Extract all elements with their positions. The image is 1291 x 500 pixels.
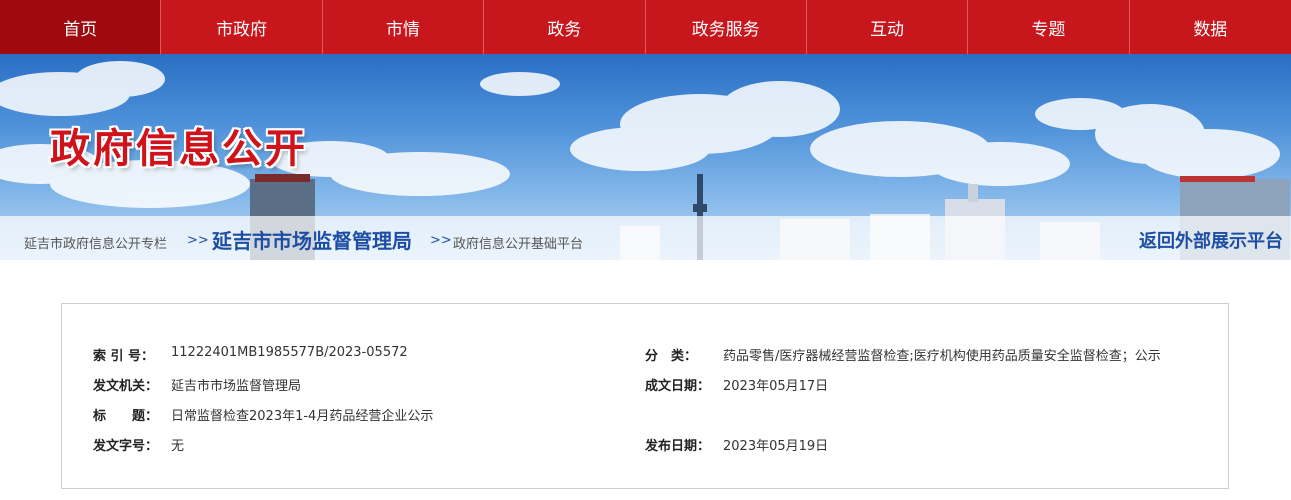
index-number-row: 索 引 号： 11222401MB1985577B/2023-05572 — [93, 345, 408, 364]
issuer-row: 发文机关： 延吉市市场监督管理局 — [93, 375, 301, 394]
document-info-panel: 索 引 号： 11222401MB1985577B/2023-05572 发文机… — [61, 303, 1229, 489]
nav-item-topics[interactable]: 专题 — [968, 0, 1130, 54]
issuer-value: 延吉市市场监督管理局 — [171, 379, 302, 394]
nav-item-city-profile[interactable]: 市情 — [323, 0, 485, 54]
published-date-value: 2023年05月19日 — [723, 439, 829, 454]
return-external-platform-link[interactable]: 返回外部展示平台 — [1139, 227, 1283, 253]
index-number-label: 索 引 号： — [93, 349, 155, 364]
banner: 政府信息公开 延吉市政府信息公开专栏 >> 延吉市市场监督管理局 >> 政府信息… — [0, 54, 1291, 260]
title-label: 标 题： — [93, 409, 159, 424]
nav-item-city-government[interactable]: 市政府 — [161, 0, 323, 54]
published-date-label: 发布日期： — [645, 439, 711, 454]
nav-item-government-services[interactable]: 政务服务 — [646, 0, 807, 54]
breadcrumb-separator: >> — [187, 233, 209, 248]
document-number-value: 无 — [171, 439, 185, 454]
created-date-row: 成文日期： 2023年05月17日 — [645, 375, 828, 394]
category-label: 分 类： — [645, 349, 698, 364]
top-nav: 首页 市政府 市情 政务 政务服务 互动 专题 数据 — [0, 0, 1291, 54]
document-number-row: 发文字号： 无 — [93, 435, 184, 454]
breadcrumb-root-link[interactable]: 延吉市政府信息公开专栏 — [24, 233, 167, 252]
breadcrumb-current[interactable]: 政府信息公开基础平台 — [453, 233, 583, 252]
category-value: 药品零售/医疗器械经营监督检查;医疗机构使用药品质量安全监督检查；公示 — [723, 349, 1161, 364]
document-number-label: 发文字号： — [93, 439, 159, 454]
banner-title: 政府信息公开 — [50, 126, 308, 172]
created-date-label: 成文日期： — [645, 379, 711, 394]
title-row: 标 题： 日常监督检查2023年1-4月药品经营企业公示 — [93, 405, 433, 424]
breadcrumb: 延吉市政府信息公开专栏 >> 延吉市市场监督管理局 >> 政府信息公开基础平台 … — [0, 216, 1291, 260]
category-row: 分 类： 药品零售/医疗器械经营监督检查;医疗机构使用药品质量安全监督检查；公示 — [645, 345, 1161, 364]
breadcrumb-org-link[interactable]: 延吉市市场监督管理局 — [212, 225, 412, 254]
issuer-label: 发文机关： — [93, 379, 159, 394]
created-date-value: 2023年05月17日 — [723, 379, 829, 394]
nav-item-home[interactable]: 首页 — [0, 0, 162, 54]
nav-item-government-affairs[interactable]: 政务 — [484, 0, 646, 54]
index-number-value: 11222401MB1985577B/2023-05572 — [171, 345, 408, 360]
title-value: 日常监督检查2023年1-4月药品经营企业公示 — [171, 409, 434, 424]
published-date-row: 发布日期： 2023年05月19日 — [645, 435, 828, 454]
nav-item-interaction[interactable]: 互动 — [807, 0, 969, 54]
breadcrumb-separator: >> — [430, 233, 452, 248]
nav-item-data[interactable]: 数据 — [1130, 0, 1291, 54]
